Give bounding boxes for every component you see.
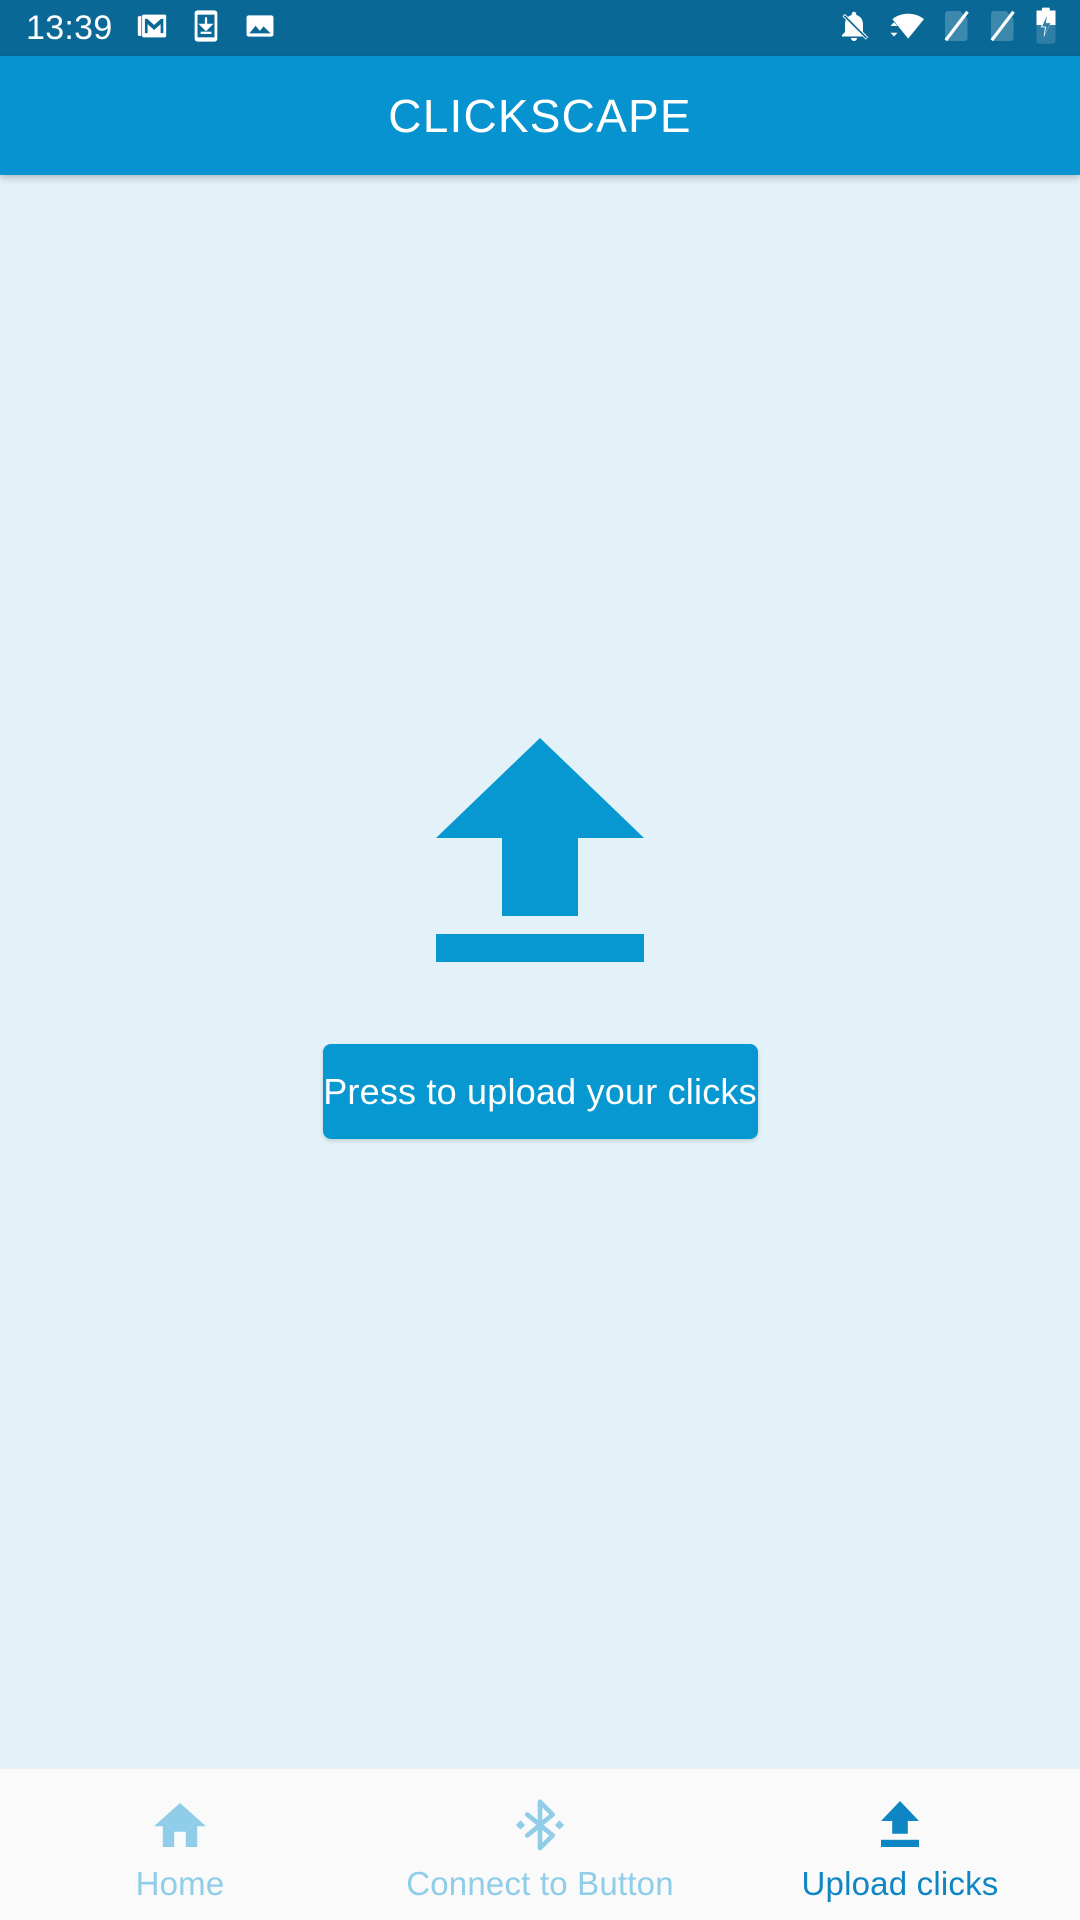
- nav-item-connect-to-button[interactable]: Connect to Button: [360, 1769, 720, 1920]
- nav-label-upload-clicks: Upload clicks: [801, 1865, 999, 1902]
- sim-card-missing-2-icon: [988, 8, 1018, 49]
- upload-arrow-icon: [432, 734, 648, 966]
- page-title: CLICKSCAPE: [388, 89, 692, 142]
- nav-item-home[interactable]: Home: [0, 1769, 360, 1920]
- home-icon: [152, 1797, 208, 1853]
- upload-clicks-button[interactable]: Press to upload your clicks: [322, 1044, 758, 1139]
- notifications-off-icon: [836, 8, 872, 49]
- bottom-navigation: Home Connect to Button Upload clicks: [0, 1768, 1080, 1920]
- status-bar-clock: 13:39: [26, 9, 113, 47]
- nav-label-home: Home: [135, 1865, 225, 1902]
- upload-icon: [875, 1797, 925, 1853]
- sim-card-missing-1-icon: [942, 8, 972, 49]
- status-bar-right: [836, 7, 1058, 50]
- nav-item-upload-clicks[interactable]: Upload clicks: [720, 1769, 1080, 1920]
- battery-charging-icon: [1034, 7, 1058, 50]
- download-to-phone-icon: [191, 9, 221, 48]
- app-root: 13:39 CLICKSCAPE Press to upload your cl…: [0, 0, 1080, 1920]
- app-bar: CLICKSCAPE: [0, 56, 1080, 175]
- status-bar-left: 13:39: [26, 9, 277, 48]
- image-icon: [243, 9, 277, 48]
- wifi-icon: [888, 8, 926, 49]
- status-bar: 13:39: [0, 0, 1080, 56]
- bluetooth-icon: [514, 1797, 566, 1853]
- main-content: Press to upload your clicks: [0, 175, 1080, 1768]
- gmail-icon: [135, 9, 169, 48]
- nav-label-connect-to-button: Connect to Button: [406, 1865, 674, 1902]
